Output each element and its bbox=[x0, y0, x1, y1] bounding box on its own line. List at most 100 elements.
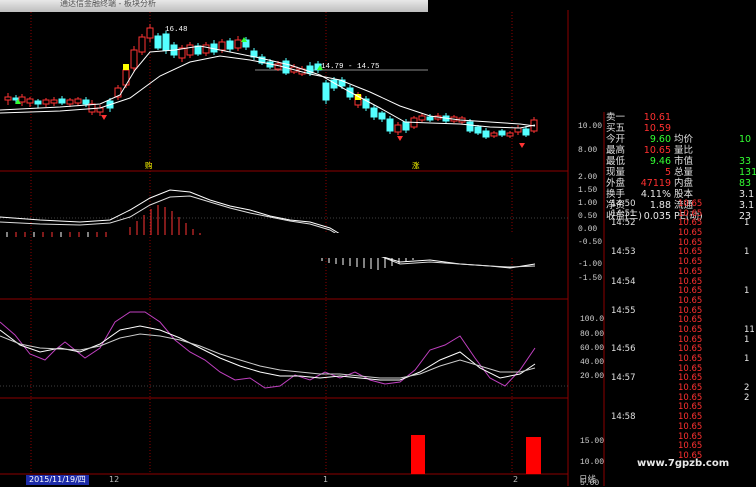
quote-value: 4.11% bbox=[640, 189, 671, 200]
macd-axis-label: 1.00 bbox=[578, 199, 597, 208]
candle-body bbox=[34, 100, 42, 105]
candle-body bbox=[218, 41, 226, 51]
macd-panel[interactable] bbox=[0, 189, 542, 270]
candle-body bbox=[186, 44, 194, 56]
quote-row: 现量 5 总量 131 bbox=[606, 167, 756, 178]
kdj-axis-label: 100.0 bbox=[580, 315, 604, 324]
high-price-label: 16.48 bbox=[165, 26, 188, 34]
volume-bar bbox=[526, 437, 541, 474]
kdj-panel[interactable] bbox=[0, 311, 536, 389]
quote-row: 买五 10.59 bbox=[606, 123, 756, 134]
quote-value: 10.65 bbox=[643, 145, 671, 156]
quote-value: 47119 bbox=[640, 178, 671, 189]
volume-bar bbox=[411, 435, 425, 474]
candle-body bbox=[194, 45, 202, 55]
rise-signal-label: 涨 bbox=[412, 160, 420, 170]
quote-row: 最高 10.65 量比 bbox=[606, 145, 756, 156]
quote-value: 131 bbox=[739, 167, 756, 178]
candle-body bbox=[226, 40, 234, 50]
date-indicator: 2015/11/19/四 bbox=[26, 475, 89, 485]
kdj-k-line bbox=[0, 325, 536, 381]
candle-body bbox=[162, 33, 170, 51]
macd-axis-label: -1.00 bbox=[578, 260, 602, 269]
tick-time: 14:54 bbox=[611, 276, 636, 287]
x-axis-label-month: 1 bbox=[323, 475, 329, 484]
macd-mask bbox=[212, 233, 542, 257]
candle-body bbox=[58, 98, 66, 104]
tick-volume: 1 bbox=[744, 334, 750, 345]
candle-body bbox=[378, 112, 386, 120]
kdj-axis-label: 80.00 bbox=[580, 330, 604, 339]
candle-body bbox=[202, 44, 210, 54]
quote-label: 现量 bbox=[606, 167, 626, 178]
macd-axis-label: 2.00 bbox=[578, 173, 597, 182]
volume-panel[interactable] bbox=[411, 435, 541, 474]
quote-label: 买五 bbox=[606, 123, 626, 134]
candle-body bbox=[234, 39, 242, 49]
x-axis-label-month: 12 bbox=[109, 475, 120, 484]
quote-row: 卖一 10.61 bbox=[606, 112, 756, 123]
candle-body bbox=[50, 99, 58, 104]
price-axis: 10.00 8.00 2.00 1.50 1.00 0.50 0.00 -0.50 -1.00 -… bbox=[578, 122, 604, 487]
candle-body bbox=[426, 116, 434, 121]
tick-time: 14:58 bbox=[611, 412, 636, 423]
quote-label: 卖一 bbox=[606, 112, 626, 123]
candle-body bbox=[18, 96, 26, 103]
ma-line bbox=[0, 45, 536, 129]
quote-row: 最低 9.46 市值 33 bbox=[606, 156, 756, 167]
quote-value: 3.1 bbox=[739, 189, 755, 200]
quote-value: 10.59 bbox=[643, 123, 671, 134]
quote-value: 5 bbox=[664, 167, 671, 178]
quote-label: 内盘 bbox=[674, 178, 694, 189]
sell-arrow-icon bbox=[397, 136, 403, 141]
candle-body bbox=[26, 98, 34, 104]
macd-axis-label: -1.50 bbox=[578, 274, 602, 283]
tick-time: 14:56 bbox=[611, 344, 636, 355]
window-title-bar[interactable]: 通达信金融终端 - 板块分析 bbox=[0, 0, 428, 12]
candle-body bbox=[386, 118, 394, 132]
candle-body bbox=[402, 121, 410, 131]
candle-body bbox=[522, 128, 530, 136]
x-axis-label-month: 2 bbox=[513, 475, 519, 484]
quote-value: 83 bbox=[739, 178, 752, 189]
quote-label: 今开 bbox=[606, 134, 626, 145]
candle-body bbox=[122, 69, 130, 86]
candle-body bbox=[514, 127, 522, 133]
candle-body bbox=[482, 130, 490, 138]
quote-label: 市值 bbox=[674, 156, 694, 167]
kline-panel[interactable] bbox=[0, 24, 538, 148]
window-title: 通达信金融终端 - 板块分析 bbox=[60, 0, 156, 8]
candle-body bbox=[506, 132, 514, 137]
quote-row: 外盘 47119 内盘 83 bbox=[606, 178, 756, 189]
tick-trade-list[interactable]: 14:50 10.65 14:51 10.65 14:52 10.65 1 10.65 10.6… bbox=[611, 199, 756, 462]
candle-body bbox=[42, 99, 50, 105]
quote-label: 量比 bbox=[674, 145, 694, 156]
sell-arrow-icon bbox=[519, 143, 525, 148]
candle-body bbox=[130, 49, 138, 69]
period-tab-daily[interactable]: 日线 bbox=[579, 475, 596, 485]
macd-axis-label: 1.50 bbox=[578, 186, 597, 195]
kdj-d-line bbox=[0, 333, 536, 379]
watermark: www.7gpzb.com bbox=[637, 458, 730, 469]
tick-volume: 1 bbox=[744, 354, 750, 364]
candle-body bbox=[370, 107, 378, 118]
tick-time: 14:53 bbox=[611, 247, 636, 258]
tick-time: 14:52 bbox=[611, 218, 636, 229]
candle-body bbox=[498, 130, 506, 136]
candle-body bbox=[394, 124, 402, 133]
tick-volume: 2 bbox=[744, 392, 750, 403]
tick-time: 14:55 bbox=[611, 305, 636, 316]
macd-axis-label: 0.50 bbox=[578, 212, 597, 221]
candle-body bbox=[4, 96, 12, 101]
quote-label: 总量 bbox=[674, 167, 694, 178]
sell-arrow-icon bbox=[101, 115, 107, 120]
candle-body bbox=[66, 99, 74, 105]
kdj-axis-label: 40.00 bbox=[580, 358, 604, 367]
quote-label: 均价 bbox=[674, 134, 694, 145]
kdj-axis-label: 20.00 bbox=[580, 372, 604, 381]
buy-signal-label: 购 bbox=[145, 160, 153, 170]
tick-volume: 1 bbox=[744, 247, 750, 258]
kdj-axis-label: 60.00 bbox=[580, 344, 604, 353]
candle-body bbox=[466, 121, 474, 132]
candle-body bbox=[146, 27, 154, 39]
